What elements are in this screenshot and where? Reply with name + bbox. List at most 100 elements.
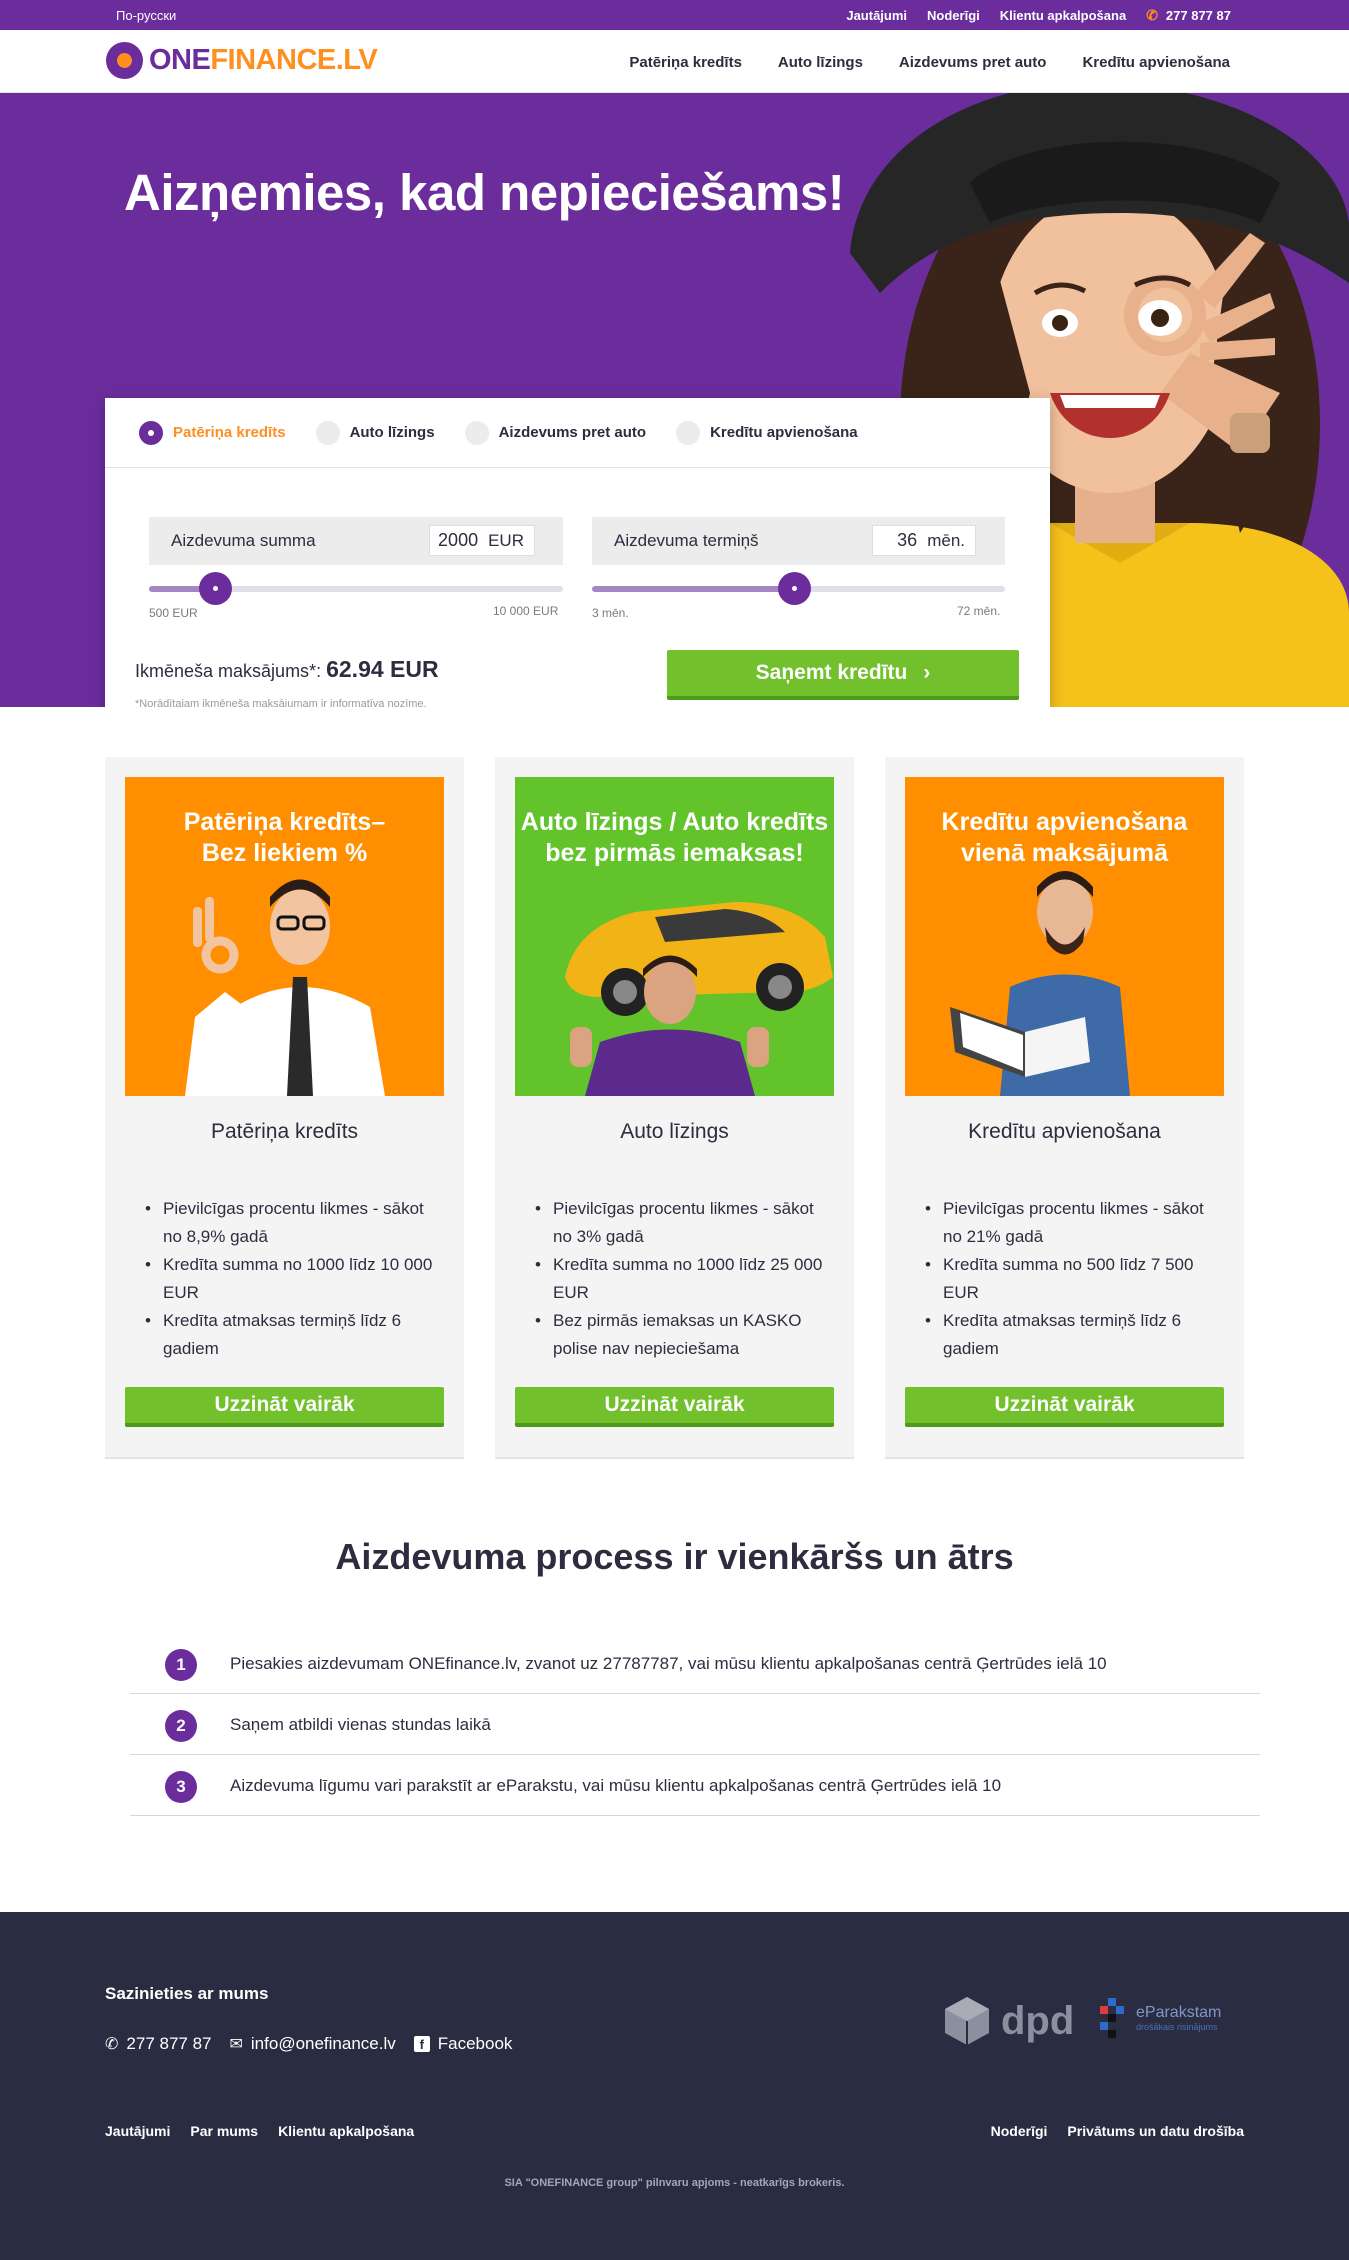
tab-auto-leasing[interactable]: Auto līzings bbox=[315, 420, 435, 445]
footer-link-customer-service[interactable]: Klientu apkalpošana bbox=[278, 2123, 414, 2139]
tab-label: Patēriņa kredīts bbox=[173, 424, 286, 441]
step-text: Aizdevuma līgumu vari parakstīt ar ePara… bbox=[230, 1776, 1002, 1795]
feature-item: Kredīta summa no 1000 līdz 25 000 EUR bbox=[535, 1251, 835, 1307]
logo-text-one: ONE bbox=[149, 44, 211, 76]
footer-facebook[interactable]: f Facebook bbox=[413, 2034, 513, 2054]
footer-contact-heading: Sazinieties ar mums bbox=[105, 1984, 269, 2003]
monthly-payment: Ikmēneša maksājums*: 62.94 EUR bbox=[135, 656, 439, 683]
footer-facebook-label: Facebook bbox=[437, 2034, 513, 2053]
step-number: 2 bbox=[165, 1710, 197, 1742]
tab-label: Aizdevums pret auto bbox=[498, 424, 647, 441]
feature-item: Bez pirmās iemaksas un KASKO polise nav … bbox=[535, 1307, 835, 1363]
eparakstam-mark-icon bbox=[1100, 1998, 1124, 2038]
get-credit-button[interactable]: Saņemt kredītu › bbox=[667, 650, 1019, 700]
tab-consumer-credit[interactable]: Patēriņa kredīts bbox=[139, 420, 286, 445]
product-title: Kredītu apvienošana bbox=[968, 1120, 1161, 1143]
top-phone[interactable]: ✆ 277 877 87 bbox=[1146, 7, 1231, 24]
loan-calculator: Patēriņa kredīts Auto līzings Aizdevums … bbox=[105, 398, 1050, 707]
logo[interactable]: ONEFINANCE.LV bbox=[106, 42, 378, 79]
dpd-cube-icon bbox=[945, 1997, 989, 2045]
product-banner[interactable]: Kredītu apvienošana vienā maksājumā bbox=[905, 777, 1224, 1096]
product-title: Auto līzings bbox=[620, 1120, 729, 1143]
product-features: Pievilcīgas procentu likmes - sākot no 8… bbox=[145, 1195, 445, 1363]
process-title: Aizdevuma process ir vienkāršs un ātrs bbox=[335, 1536, 1014, 1577]
feature-item: Pievilcīgas procentu likmes - sākot no 2… bbox=[925, 1195, 1225, 1251]
process-step: 2 Saņem atbildi vienas stundas laikā bbox=[130, 1694, 1260, 1755]
product-banner[interactable]: Auto līzings / Auto kredīts bez pirmās i… bbox=[515, 777, 834, 1096]
term-unit: mēn. bbox=[927, 530, 965, 550]
term-slider-handle[interactable] bbox=[778, 572, 812, 605]
tab-label: Auto līzings bbox=[349, 424, 435, 441]
process-step: 1 Piesakies aizdevumam ONEfinance.lv, zv… bbox=[130, 1633, 1260, 1694]
learn-more-button[interactable]: Uzzināt vairāk bbox=[905, 1387, 1224, 1427]
monthly-value: 62.94 EUR bbox=[326, 656, 439, 682]
footer-phone-number: 277 877 87 bbox=[126, 2034, 212, 2053]
nav-item-car-loan[interactable]: Aizdevums pret auto bbox=[899, 54, 1047, 71]
step-number: 3 bbox=[165, 1771, 197, 1803]
nav-item-consumer-credit[interactable]: Patēriņa kredīts bbox=[629, 54, 742, 71]
amount-label: Aizdevuma summa bbox=[171, 531, 316, 550]
nav-item-refinancing[interactable]: Kredītu apvienošana bbox=[1082, 54, 1230, 71]
footer-legal-text: SIA "ONEFINANCE group" pilnvaru apjoms -… bbox=[504, 2177, 845, 2189]
eparakstam-subtitle: drošākais risinājums bbox=[1136, 2022, 1218, 2032]
nav-item-auto-leasing[interactable]: Auto līzings bbox=[778, 54, 863, 71]
footer: Sazinieties ar mums ✆ 277 877 87 ✉ info@… bbox=[0, 1912, 1349, 2260]
amount-slider[interactable] bbox=[149, 572, 563, 605]
term-field: Aizdevuma termiņš 36 mēn. bbox=[592, 517, 1005, 565]
product-banner-title: Kredītu apvienošana vienā maksājumā bbox=[941, 808, 1188, 867]
footer-link-useful[interactable]: Noderīgi bbox=[991, 2123, 1048, 2139]
step-text: Piesakies aizdevumam ONEfinance.lv, zvan… bbox=[230, 1654, 1107, 1673]
language-link[interactable]: По-русски bbox=[116, 8, 176, 23]
product-banner[interactable]: Patēriņa kredīts– Bez liekiem % bbox=[125, 777, 444, 1096]
dpd-logo: dpd bbox=[943, 1995, 1074, 2047]
footer-email-address: info@onefinance.lv bbox=[250, 2034, 396, 2053]
footer-link-faq[interactable]: Jautājumi bbox=[105, 2123, 170, 2139]
facebook-icon: f bbox=[413, 2036, 430, 2052]
radio[interactable] bbox=[315, 420, 340, 445]
phone-icon: ✆ bbox=[1146, 7, 1158, 23]
top-link-customer-service[interactable]: Klientu apkalpošana bbox=[1000, 8, 1126, 23]
logo-icon bbox=[106, 42, 143, 79]
monthly-label: Ikmēneša maksājums*: bbox=[135, 661, 322, 681]
footer-phone[interactable]: ✆ 277 877 87 bbox=[105, 2034, 212, 2054]
learn-more-button[interactable]: Uzzināt vairāk bbox=[515, 1387, 834, 1427]
step-text: Saņem atbildi vienas stundas laikā bbox=[230, 1715, 491, 1734]
header: ONEFINANCE.LV Patēriņa kredīts Auto līzi… bbox=[0, 30, 1349, 93]
step-number: 1 bbox=[165, 1649, 197, 1681]
hero: Aizņemies, kad nepieciešams! Patēriņa kr… bbox=[0, 93, 1349, 707]
phone-icon: ✆ bbox=[105, 2036, 119, 2053]
disclaimer-note: *Norādītajam ikmēneša maksājumam ir info… bbox=[135, 698, 427, 707]
amount-min: 500 EUR bbox=[149, 606, 198, 620]
footer-contacts: ✆ 277 877 87 ✉ info@onefinance.lv f Face… bbox=[105, 2034, 512, 2054]
term-min: 3 mēn. bbox=[592, 606, 629, 620]
eparakstam-logo: eParakstam drošākais risinājums bbox=[1096, 1998, 1221, 2038]
term-slider[interactable] bbox=[592, 572, 1005, 605]
top-link-faq[interactable]: Jautājumi bbox=[846, 8, 907, 23]
feature-item: Kredīta summa no 1000 līdz 10 000 EUR bbox=[145, 1251, 445, 1307]
term-input[interactable]: 36 mēn. bbox=[872, 525, 976, 556]
radio-selected[interactable] bbox=[139, 420, 163, 445]
hero-title: Aizņemies, kad nepieciešams! bbox=[124, 164, 845, 221]
feature-item: Kredīta atmaksas termiņš līdz 6 gadiem bbox=[925, 1307, 1225, 1363]
footer-links-left: Jautājumi Par mums Klientu apkalpošana bbox=[105, 2123, 414, 2139]
radio[interactable] bbox=[676, 420, 701, 445]
feature-item: Kredīta summa no 500 līdz 7 500 EUR bbox=[925, 1251, 1225, 1307]
amount-field: Aizdevuma summa 2000 EUR bbox=[149, 517, 563, 565]
learn-more-button[interactable]: Uzzināt vairāk bbox=[125, 1387, 444, 1427]
amount-slider-handle[interactable] bbox=[199, 572, 233, 605]
tab-refinancing[interactable]: Kredītu apvienošana bbox=[676, 420, 858, 445]
product-features: Pievilcīgas procentu likmes - sākot no 2… bbox=[925, 1195, 1225, 1363]
footer-email[interactable]: ✉ info@onefinance.lv bbox=[230, 2034, 396, 2054]
feature-item: Kredīta atmaksas termiņš līdz 6 gadiem bbox=[145, 1307, 445, 1363]
main-nav: Patēriņa kredīts Auto līzings Aizdevums … bbox=[629, 54, 1230, 71]
radio[interactable] bbox=[464, 420, 489, 445]
amount-input[interactable]: 2000 EUR bbox=[429, 525, 535, 556]
top-link-useful[interactable]: Noderīgi bbox=[927, 8, 980, 23]
term-max: 72 mēn. bbox=[957, 604, 1001, 618]
chevron-right-icon: › bbox=[923, 661, 931, 684]
term-label: Aizdevuma termiņš bbox=[614, 531, 759, 550]
product-tabs: Patēriņa kredīts Auto līzings Aizdevums … bbox=[105, 398, 1050, 468]
footer-link-about[interactable]: Par mums bbox=[190, 2123, 258, 2139]
tab-car-loan[interactable]: Aizdevums pret auto bbox=[464, 420, 647, 445]
footer-link-privacy[interactable]: Privātums un datu drošība bbox=[1067, 2123, 1244, 2139]
